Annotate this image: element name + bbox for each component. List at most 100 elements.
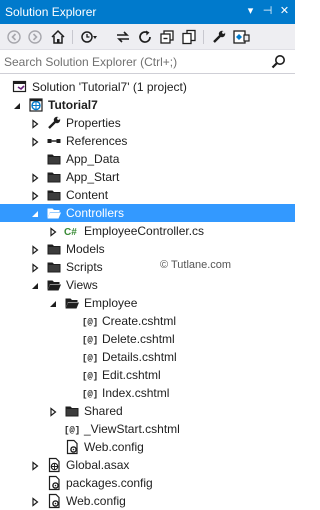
auto-hide-pin-icon[interactable]: ⊣: [260, 4, 275, 19]
config-file-icon: [64, 439, 80, 455]
tree-item[interactable]: [@] Details.cshtml: [0, 348, 295, 366]
tree-item[interactable]: Web.config: [0, 492, 295, 510]
collapsed-arrow-icon[interactable]: [30, 460, 40, 471]
tree-item[interactable]: Controllers: [0, 204, 295, 222]
tree-item[interactable]: C# EmployeeController.cs: [0, 222, 295, 240]
cshtml-file-icon: [@]: [64, 421, 80, 437]
back-icon[interactable]: [5, 28, 23, 46]
search-bar: [0, 50, 295, 74]
svg-text:[@]: [@]: [82, 372, 98, 382]
tree-item-label: App_Start: [66, 170, 120, 184]
asax-file-icon: [46, 457, 62, 473]
collapsed-arrow-icon[interactable]: [30, 244, 40, 255]
collapsed-arrow-icon[interactable]: [30, 262, 40, 273]
home-icon[interactable]: [49, 28, 67, 46]
tree-item-label: Details.cshtml: [102, 350, 177, 364]
svg-text:C#: C#: [64, 227, 77, 238]
tree-item-label: Solution 'Tutorial7' (1 project): [32, 80, 187, 94]
tree-item-label: Create.cshtml: [102, 314, 177, 328]
close-icon[interactable]: ✕: [277, 4, 292, 19]
tree-item[interactable]: [@] _ViewStart.cshtml: [0, 420, 295, 438]
watermark-text: © Tutlane.com: [160, 259, 232, 271]
folder-icon: [46, 241, 62, 257]
tree-item-label: Delete.cshtml: [102, 332, 175, 346]
expanded-arrow-icon[interactable]: [30, 208, 40, 218]
tree-item[interactable]: Properties: [0, 114, 295, 132]
preview-icon[interactable]: [232, 28, 250, 46]
tree-item[interactable]: packages.config: [0, 474, 295, 492]
window-position-dropdown-icon[interactable]: ▾: [243, 4, 258, 19]
tree-item-label: App_Data: [66, 152, 120, 166]
tree-item-label: Web.config: [84, 440, 144, 454]
svg-text:[@]: [@]: [82, 336, 98, 346]
collapsed-arrow-icon[interactable]: [48, 226, 58, 237]
tree-item-label: Web.config: [66, 494, 126, 508]
solution-icon: [12, 79, 28, 95]
tree-item-label: References: [66, 134, 128, 148]
tree-item-label: Shared: [84, 404, 123, 418]
refresh-icon[interactable]: [136, 28, 154, 46]
expanded-arrow-icon[interactable]: [48, 298, 58, 308]
tree-item-label: Views: [66, 278, 98, 292]
config-file-icon: [46, 493, 62, 509]
properties-icon[interactable]: [210, 28, 228, 46]
tree-item[interactable]: [@] Delete.cshtml: [0, 330, 295, 348]
collapsed-arrow-icon[interactable]: [48, 406, 58, 417]
history-icon[interactable]: [80, 28, 98, 46]
svg-text:[@]: [@]: [64, 426, 80, 436]
collapsed-arrow-icon[interactable]: [30, 496, 40, 507]
panel-title: Solution Explorer: [5, 5, 97, 19]
tree-item-label: EmployeeController.cs: [84, 224, 205, 238]
sync-icon[interactable]: [114, 28, 132, 46]
svg-text:[@]: [@]: [82, 318, 98, 328]
solution-explorer-toolbar: [0, 24, 295, 50]
tree-item[interactable]: App_Start: [0, 168, 295, 186]
search-input[interactable]: [2, 52, 264, 72]
tree-item-label: Properties: [66, 116, 121, 130]
tree-item-label: Edit.cshtml: [102, 368, 161, 382]
tree-item[interactable]: References: [0, 132, 295, 150]
tree-item[interactable]: Employee: [0, 294, 295, 312]
folder-icon: [46, 151, 62, 167]
cshtml-file-icon: [@]: [82, 331, 98, 347]
show-all-files-icon[interactable]: [180, 28, 198, 46]
forward-icon[interactable]: [26, 28, 44, 46]
tree-item-label: Scripts: [66, 260, 103, 274]
tree-item[interactable]: Tutorial7: [0, 96, 295, 114]
cshtml-file-icon: [@]: [82, 313, 98, 329]
cshtml-file-icon: [@]: [82, 349, 98, 365]
tree-item[interactable]: Models: [0, 240, 295, 258]
panel-titlebar: Solution Explorer ▾ ⊣ ✕: [0, 0, 295, 24]
tree-item-label: Controllers: [66, 206, 125, 220]
svg-text:[@]: [@]: [82, 354, 98, 364]
expanded-arrow-icon[interactable]: [12, 100, 22, 110]
tree-item[interactable]: Solution 'Tutorial7' (1 project): [0, 78, 295, 96]
cshtml-file-icon: [@]: [82, 385, 98, 401]
tree-item[interactable]: [@] Create.cshtml: [0, 312, 295, 330]
tree-item[interactable]: App_Data: [0, 150, 295, 168]
tree-item[interactable]: [@] Index.cshtml: [0, 384, 295, 402]
tree-item-label: Models: [66, 242, 105, 256]
collapse-all-icon[interactable]: [158, 28, 176, 46]
folder-icon: [46, 259, 62, 275]
expanded-arrow-icon[interactable]: [30, 280, 40, 290]
tree-item-label: packages.config: [66, 476, 153, 490]
tree-item[interactable]: [@] Edit.cshtml: [0, 366, 295, 384]
csharp-file-icon: C#: [64, 223, 80, 239]
collapsed-arrow-icon[interactable]: [30, 190, 40, 201]
tree-item[interactable]: Global.asax: [0, 456, 295, 474]
tree-item[interactable]: Web.config: [0, 438, 295, 456]
folder-open-icon: [46, 205, 62, 221]
collapsed-arrow-icon[interactable]: [30, 172, 40, 183]
tree-item[interactable]: Content: [0, 186, 295, 204]
folder-open-icon: [46, 277, 62, 293]
tree-item[interactable]: Views: [0, 276, 295, 294]
tree-item-label: Index.cshtml: [102, 386, 170, 400]
collapsed-arrow-icon[interactable]: [30, 136, 40, 147]
tree-item[interactable]: Shared: [0, 402, 295, 420]
search-icon[interactable]: [270, 54, 288, 70]
tree-item[interactable]: Scripts: [0, 258, 295, 276]
references-icon: [46, 133, 62, 149]
collapsed-arrow-icon[interactable]: [30, 118, 40, 129]
folder-icon: [46, 187, 62, 203]
